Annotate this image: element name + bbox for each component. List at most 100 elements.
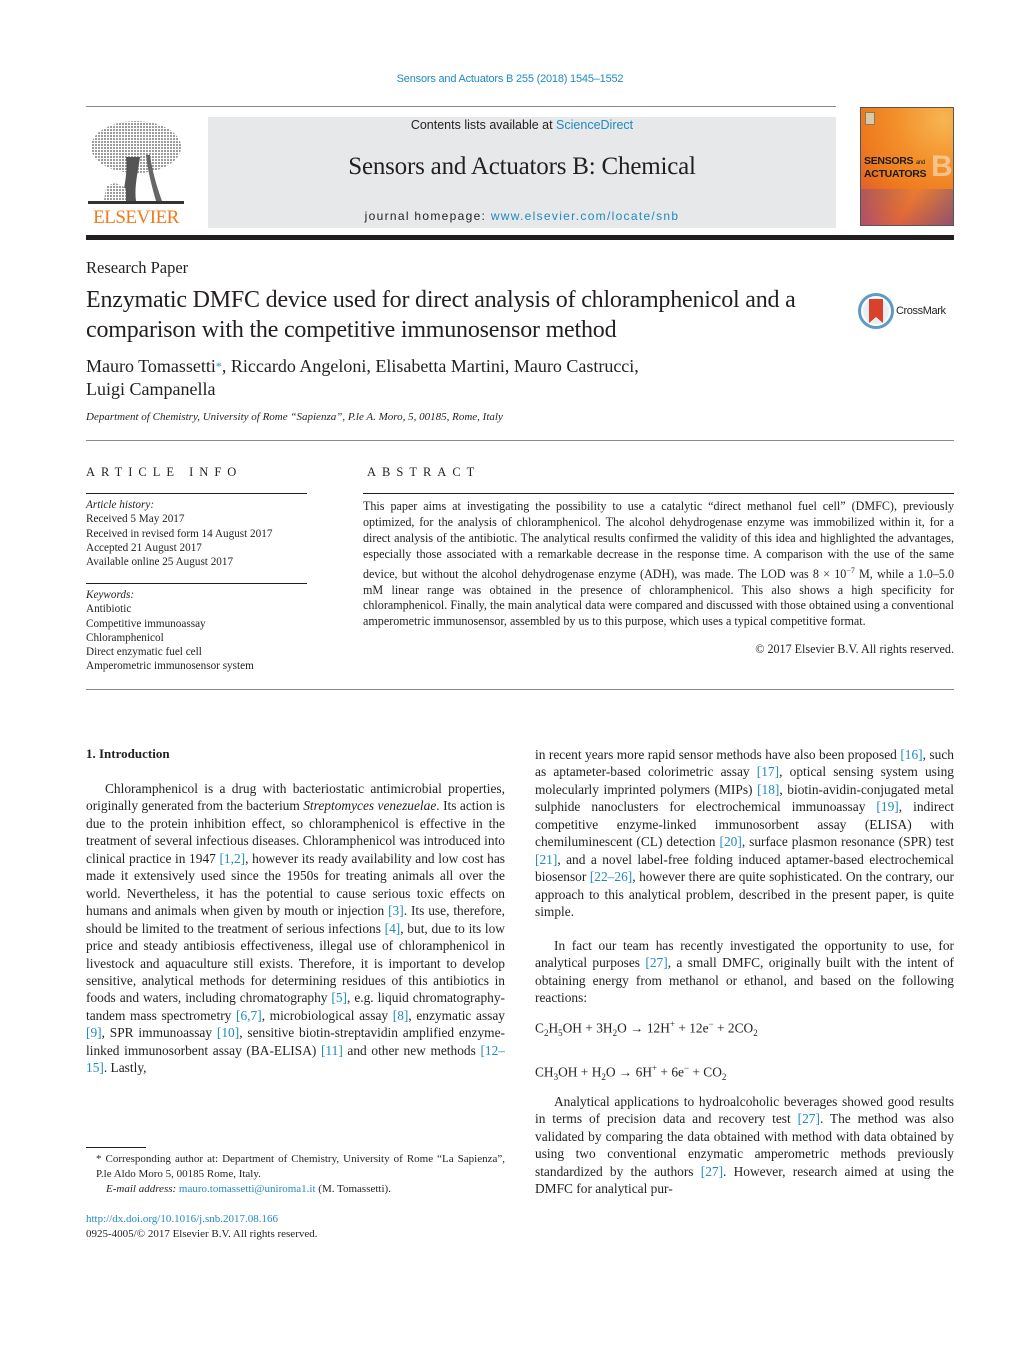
article-title: Enzymatic DMFC device used for direct an… (86, 287, 796, 343)
issn-copyright: 0925-4005/© 2017 Elsevier B.V. All right… (86, 1227, 318, 1240)
text-run: 2 (721, 1072, 727, 1083)
journal-title: Sensors and Actuators B: Chemical (348, 153, 696, 180)
text-run: , enzymatic assay (408, 1007, 506, 1023)
corresponding-author-note: * Corresponding author at: Department of… (86, 1152, 505, 1182)
history-item: Received in revised form 14 August 2017 (86, 527, 273, 540)
crossmark-button[interactable]: CrossMark (858, 291, 958, 331)
article-type: Research Paper (86, 258, 189, 277)
intro-paragraph-2: In fact our team has recently investigat… (535, 937, 954, 1007)
citation-link[interactable]: [1,2] (219, 851, 245, 866)
citation-link[interactable]: [10] (217, 1025, 239, 1040)
keyword-item: Antibiotic (86, 603, 132, 616)
journal-citation-link[interactable]: Sensors and Actuators B 255 (2018) 1545–… (0, 73, 1020, 85)
text-run: C (535, 1020, 544, 1036)
sciencedirect-link[interactable]: ScienceDirect (556, 118, 633, 132)
keyword-item: Competitive immunoassay (86, 617, 206, 630)
citation-link[interactable]: [27] (798, 1111, 820, 1126)
citation-link[interactable]: [6,7] (236, 1008, 262, 1023)
history-label: Article history: (86, 499, 155, 511)
keyword-item: Direct enzymatic fuel cell (86, 646, 202, 659)
cover-title-line1: SENSORS (864, 155, 914, 167)
doi-block: http://dx.doi.org/10.1016/j.snb.2017.08.… (86, 1212, 318, 1241)
text-run: + 2CO (713, 1020, 754, 1036)
citation-link[interactable]: [22–26] (590, 869, 632, 884)
citation-link[interactable]: [3] (388, 903, 404, 918)
divider (363, 493, 954, 494)
crossmark-icon (858, 293, 894, 329)
keyword-item: Amperometric immunosensor system (86, 660, 254, 673)
journal-masthead: Contents lists available at ScienceDirec… (208, 117, 836, 228)
author-list: Mauro Tomassetti*, Riccardo Angeloni, El… (86, 355, 766, 401)
text-run: + 6e (657, 1064, 684, 1080)
keywords-label: Keywords: (86, 589, 135, 601)
intro-paragraph-1: Chloramphenicol is a drug with bacterios… (86, 780, 505, 1077)
doi-link[interactable]: http://dx.doi.org/10.1016/j.snb.2017.08.… (86, 1212, 318, 1227)
footnote: * Corresponding author at: Department of… (86, 1152, 505, 1197)
contents-prefix: Contents lists available at (410, 118, 557, 132)
abstract-copyright: © 2017 Elsevier B.V. All rights reserved… (755, 642, 954, 656)
section-heading-introduction: 1. Introduction (86, 746, 170, 761)
footnote-divider (86, 1147, 146, 1148)
keywords: Keywords: Antibiotic Competitive immunoa… (86, 588, 254, 674)
contents-availability: Contents lists available at ScienceDirec… (208, 118, 836, 132)
homepage-prefix: journal homepage: (364, 209, 491, 223)
intro-paragraph-1-continued: in recent years more rapid sensor method… (535, 746, 954, 921)
lod-exponent: −7 (846, 565, 855, 575)
text-run: , microbiological assay (261, 1007, 393, 1023)
text-run: + CO (689, 1064, 722, 1080)
text-run: OH + H (558, 1064, 602, 1080)
divider (86, 689, 954, 690)
elsevier-logo[interactable]: ELSEVIER (86, 117, 186, 229)
citation-link[interactable]: [27] (645, 955, 667, 970)
equation-methanol-oxidation: CH3OH + H2O → 6H+ + 6e− + CO2 (535, 1063, 726, 1082)
journal-cover-thumbnail[interactable]: B SENSORS and ACTUATORS (860, 107, 954, 226)
cover-title: SENSORS and ACTUATORS (864, 155, 927, 180)
citation-link[interactable]: [17] (757, 764, 779, 779)
citation-link[interactable]: [8] (393, 1008, 409, 1023)
author-email-link[interactable]: mauro.tomassetti@uniroma1.it (179, 1183, 316, 1195)
article-info-heading: ARTICLE INFO (86, 465, 243, 479)
history-item: Accepted 21 August 2017 (86, 541, 202, 554)
abstract-heading: ABSTRACT (367, 465, 481, 479)
text-run: OH + 3H (562, 1020, 613, 1036)
text-run: CH (535, 1064, 554, 1080)
text-run: 2 (753, 1028, 758, 1039)
citation-link[interactable]: [9] (86, 1025, 102, 1040)
citation-link[interactable]: [27] (701, 1164, 723, 1179)
author-name: Luigi Campanella (86, 379, 216, 399)
homepage-link[interactable]: www.elsevier.com/locate/snb (491, 209, 680, 223)
history-item: Received 5 May 2017 (86, 513, 185, 526)
citation-link[interactable]: [16] (900, 747, 922, 762)
email-line: E-mail address: mauro.tomassetti@uniroma… (86, 1182, 505, 1197)
header-divider (86, 106, 836, 107)
crossmark-label: CrossMark (896, 305, 946, 317)
text-run: , SPR immunoassay (101, 1025, 217, 1041)
citation-link[interactable]: [11] (321, 1043, 343, 1058)
text-run: . Lastly, (103, 1060, 147, 1076)
text-run: + 12e (674, 1020, 709, 1036)
cover-title-line2: ACTUATORS (864, 168, 927, 180)
article-history: Article history: Received 5 May 2017 Rec… (86, 498, 272, 569)
author-name[interactable]: Mauro Tomassetti (86, 356, 216, 376)
author-names-rest: , Riccardo Angeloni, Elisabetta Martini,… (221, 356, 639, 376)
text-run: O → 12H (617, 1020, 670, 1036)
citation-link[interactable]: [21] (535, 852, 557, 867)
divider (86, 493, 307, 494)
citation-link[interactable]: [19] (876, 799, 898, 814)
header-thick-divider (86, 235, 954, 240)
divider (86, 440, 954, 441)
species-name: Streptomyces venezuelae (303, 798, 437, 814)
citation-link[interactable]: [18] (757, 782, 779, 797)
affiliation: Department of Chemistry, University of R… (86, 411, 503, 423)
elsevier-wordmark: ELSEVIER (93, 207, 179, 228)
citation-link[interactable]: [4] (385, 921, 401, 936)
corresponding-author-text: Corresponding author at: Department of C… (96, 1153, 505, 1180)
citation-link[interactable]: [20] (720, 834, 742, 849)
cover-title-and: and (915, 160, 925, 166)
keyword-item: Chloramphenicol (86, 631, 164, 644)
cover-publisher-icon (865, 112, 875, 125)
text-run: and other new methods (342, 1042, 481, 1058)
citation-link[interactable]: [5] (331, 990, 347, 1005)
divider (86, 583, 307, 584)
email-suffix: (M. Tomassetti). (315, 1183, 391, 1195)
